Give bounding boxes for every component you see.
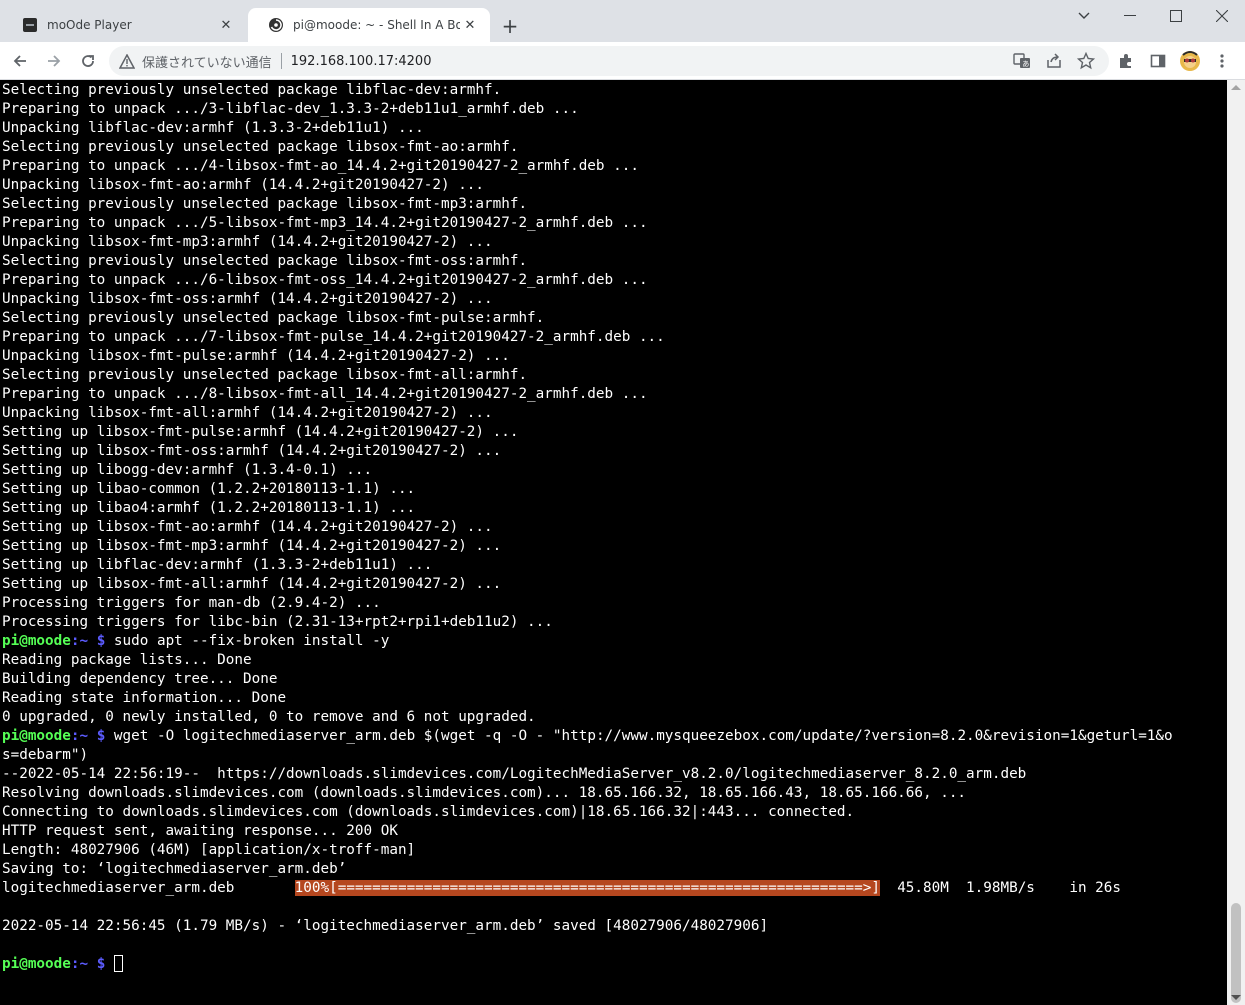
bookmark-star-icon[interactable] — [1072, 47, 1100, 75]
scroll-down-arrow-icon[interactable] — [1231, 995, 1241, 1000]
profile-avatar[interactable] — [1176, 47, 1204, 75]
tab-search-icon[interactable] — [1061, 0, 1107, 32]
terminal-line: Setting up libsox-fmt-mp3:armhf (14.4.2+… — [2, 538, 502, 554]
command-output: Reading package lists... Done Building d… — [2, 652, 536, 725]
divider — [280, 53, 282, 69]
terminal-line: Selecting previously unselected package … — [2, 310, 545, 326]
terminal-line: Preparing to unpack .../6-libsox-fmt-oss… — [2, 272, 648, 288]
terminal-line: 0 upgraded, 0 newly installed, 0 to remo… — [2, 709, 536, 725]
command-text: sudo apt --fix-broken install -y — [113, 633, 390, 649]
prompt-path: :~ — [70, 956, 89, 972]
prompt-symbol: $ — [96, 633, 106, 649]
security-label[interactable]: 保護されていない通信 — [142, 52, 272, 71]
terminal-line: Preparing to unpack .../4-libsox-fmt-ao_… — [2, 158, 639, 174]
scrollbar-thumb[interactable] — [1231, 903, 1241, 1003]
terminal-line: Setting up libsox-fmt-all:armhf (14.4.2+… — [2, 576, 502, 592]
terminal-line: Reading state information... Done — [2, 690, 287, 706]
terminal-line: Unpacking libsox-fmt-all:armhf (14.4.2+g… — [2, 405, 493, 421]
prompt-user: pi@moode — [2, 728, 71, 744]
address-bar[interactable]: 保護されていない通信 192.168.100.17:4200 — [109, 46, 1109, 76]
terminal-line: Preparing to unpack .../5-libsox-fmt-mp3… — [2, 215, 648, 231]
terminal-output: Selecting previously unselected package … — [2, 81, 1173, 974]
terminal-cursor[interactable] — [113, 955, 123, 972]
terminal-line: Building dependency tree... Done — [2, 671, 278, 687]
moode-favicon-icon — [22, 17, 38, 33]
prompt-user: pi@moode — [2, 956, 71, 972]
terminal-line: Unpacking libsox-fmt-oss:armhf (14.4.2+g… — [2, 291, 493, 307]
progress-stats: 45.80M 1.98MB/s in 26s — [879, 880, 1121, 896]
terminal-line: Reading package lists... Done — [2, 652, 252, 668]
tab-title: pi@moode: ~ - Shell In A Box — [293, 18, 460, 32]
tab-moode-player[interactable]: moOde Player ✕ — [2, 8, 246, 42]
tab-shell-in-a-box[interactable]: pi@moode: ~ - Shell In A Box ✕ — [248, 8, 490, 42]
minimize-button[interactable] — [1107, 0, 1153, 32]
command-output: --2022-05-14 22:56:19-- https://download… — [2, 766, 1026, 877]
not-secure-warning-icon[interactable] — [119, 53, 135, 69]
terminal-line: Unpacking libsox-fmt-ao:armhf (14.4.2+gi… — [2, 177, 485, 193]
terminal-line: Saving to: ‘logitechmediaserver_arm.deb’ — [2, 861, 347, 877]
terminal-line: Unpacking libsox-fmt-mp3:armhf (14.4.2+g… — [2, 234, 493, 250]
command-text: wget -O logitechmediaserver_arm.deb $(wg… — [113, 728, 1173, 744]
terminal-line: Selecting previously unselected package … — [2, 139, 519, 155]
more-menu-icon[interactable] — [1208, 47, 1236, 75]
terminal-line: Unpacking libsox-fmt-pulse:armhf (14.4.2… — [2, 348, 510, 364]
share-icon[interactable] — [1040, 47, 1068, 75]
close-window-button[interactable] — [1199, 0, 1245, 32]
terminal-line: Setting up libsox-fmt-pulse:armhf (14.4.… — [2, 424, 519, 440]
terminal-line: Setting up libflac-dev:armhf (1.3.3-2+de… — [2, 557, 433, 573]
tab-strip: moOde Player ✕ pi@moode: ~ - Shell In A … — [0, 0, 1245, 42]
prompt-symbol: $ — [96, 956, 106, 972]
terminal-line: Unpacking libflac-dev:armhf (1.3.3-2+deb… — [2, 120, 424, 136]
terminal-line: Setting up libsox-fmt-ao:armhf (14.4.2+g… — [2, 519, 493, 535]
prompt-path: :~ — [70, 728, 89, 744]
forward-button[interactable] — [40, 47, 68, 75]
terminal-line: Selecting previously unselected package … — [2, 253, 528, 269]
terminal-line: Selecting previously unselected package … — [2, 367, 528, 383]
terminal-scrollbar[interactable] — [1227, 80, 1245, 1005]
terminal-line: Setting up libogg-dev:armhf (1.3.4-0.1) … — [2, 462, 373, 478]
prompt-user: pi@moode — [2, 633, 71, 649]
terminal-line: Processing triggers for libc-bin (2.31-1… — [2, 614, 553, 630]
terminal-line: Preparing to unpack .../3-libflac-dev_1.… — [2, 101, 579, 117]
terminal-line: Connecting to downloads.slimdevices.com … — [2, 804, 855, 820]
terminal-line: Preparing to unpack .../7-libsox-fmt-pul… — [2, 329, 665, 345]
svg-text:あ: あ — [1022, 60, 1029, 68]
url-text[interactable]: 192.168.100.17:4200 — [291, 54, 432, 69]
terminal-line: Resolving downloads.slimdevices.com (dow… — [2, 785, 967, 801]
side-panel-icon[interactable] — [1144, 47, 1172, 75]
terminal-line: Processing triggers for man-db (2.9.4-2)… — [2, 595, 381, 611]
terminal-line: Setting up libsox-fmt-oss:armhf (14.4.2+… — [2, 443, 502, 459]
terminal-line: HTTP request sent, awaiting response... … — [2, 823, 398, 839]
back-button[interactable] — [6, 47, 34, 75]
new-tab-button[interactable]: + — [498, 14, 522, 38]
prompt-symbol: $ — [96, 728, 106, 744]
terminal-line: Setting up libao-common (1.2.2+20180113-… — [2, 481, 416, 497]
terminal-line: Selecting previously unselected package … — [2, 82, 502, 98]
browser-toolbar: 保護されていない通信 192.168.100.17:4200 あ — [0, 42, 1245, 80]
translate-icon[interactable]: あ — [1008, 47, 1036, 75]
terminal-line: Preparing to unpack .../8-libsox-fmt-all… — [2, 386, 648, 402]
saved-line: 2022-05-14 22:56:45 (1.79 MB/s) - ‘logit… — [2, 918, 769, 934]
terminal-line: Length: 48027906 (46M) [application/x-tr… — [2, 842, 416, 858]
prompt-path: :~ — [70, 633, 89, 649]
progress-filename: logitechmediaserver_arm.deb — [2, 880, 235, 896]
terminal-area[interactable]: Selecting previously unselected package … — [0, 80, 1227, 1005]
terminal-line: --2022-05-14 22:56:19-- https://download… — [2, 766, 1027, 782]
tab-title: moOde Player — [47, 18, 132, 32]
terminal-line: Selecting previously unselected package … — [2, 196, 528, 212]
shellinabox-favicon-icon — [268, 17, 284, 33]
install-log: Selecting previously unselected package … — [2, 82, 665, 630]
extensions-puzzle-icon[interactable] — [1112, 47, 1140, 75]
command-text-wrap: s=debarm") — [2, 747, 89, 763]
close-tab-icon[interactable]: ✕ — [216, 15, 236, 35]
maximize-button[interactable] — [1153, 0, 1199, 32]
reload-button[interactable] — [74, 47, 102, 75]
progress-bar: 100%[===================================… — [294, 880, 880, 896]
scroll-up-arrow-icon[interactable] — [1231, 85, 1241, 90]
terminal-line: Setting up libao4:armhf (1.2.2+20180113-… — [2, 500, 416, 516]
close-tab-icon[interactable]: ✕ — [460, 15, 480, 35]
